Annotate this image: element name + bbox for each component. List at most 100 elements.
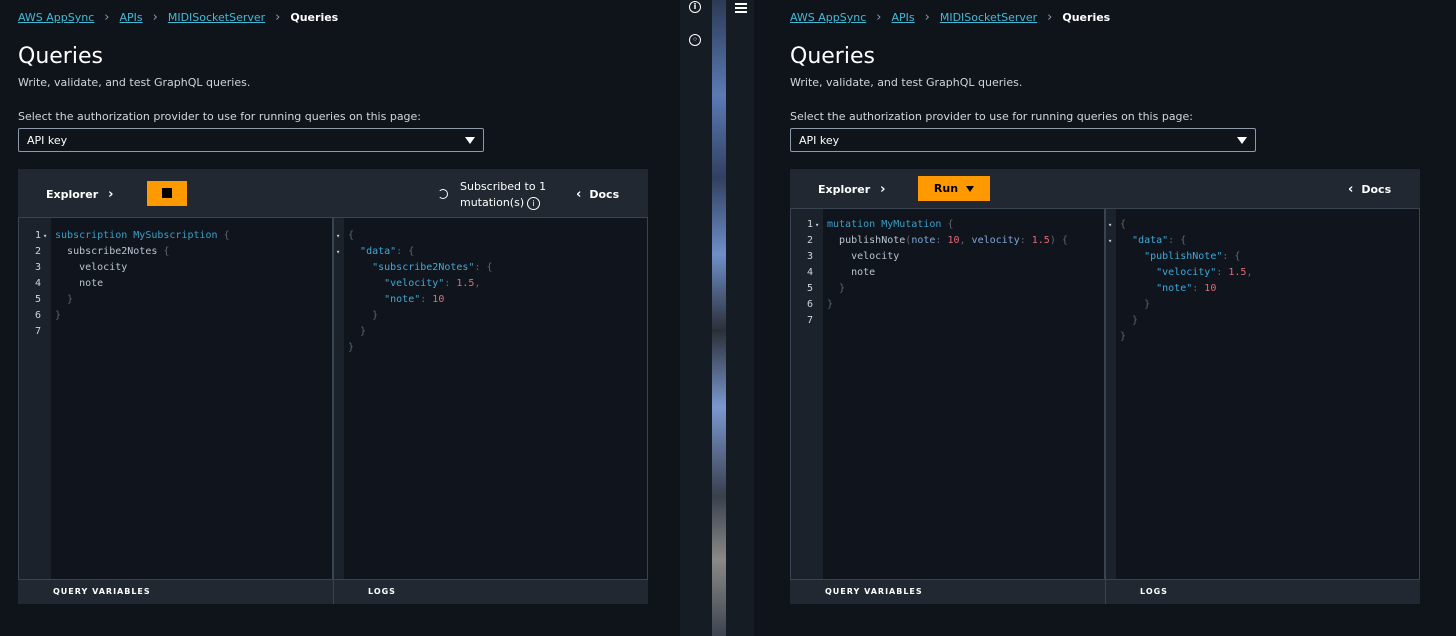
line-number: 6 bbox=[806, 299, 813, 310]
chevron-right-icon: › bbox=[108, 187, 114, 202]
json-key: "subscribe2Notes" bbox=[372, 262, 475, 273]
chevron-right-icon: › bbox=[880, 182, 886, 197]
query-editor[interactable]: 1 ▾ mutation MyMutation { 2 publishNote(no… bbox=[790, 208, 1105, 580]
argument: velocity bbox=[971, 235, 1020, 246]
editor-toolbar: Explorer › Subscribed to 1 mutation(s) i … bbox=[18, 169, 648, 217]
chevron-left-icon: ‹ bbox=[1348, 182, 1354, 197]
query-editor[interactable]: 1 ▾ subscription MySubscription { 2 subscr… bbox=[18, 217, 333, 580]
fold-arrow-icon[interactable]: ▾ bbox=[336, 228, 340, 244]
line-number: 1 bbox=[806, 219, 813, 230]
logs-tab[interactable]: LOGS bbox=[1140, 580, 1168, 604]
line-number: 7 bbox=[806, 315, 813, 326]
line-number: 4 bbox=[806, 267, 813, 278]
fold-arrow-icon[interactable]: ▾ bbox=[1108, 217, 1112, 233]
docs-label: Docs bbox=[1361, 183, 1392, 196]
json-value: 10 bbox=[432, 294, 445, 305]
breadcrumb-appsync-link[interactable]: AWS AppSync bbox=[790, 11, 866, 24]
line-number: 7 bbox=[34, 326, 41, 337]
divider bbox=[333, 580, 334, 604]
breadcrumb-current: Queries bbox=[290, 11, 339, 24]
field: velocity bbox=[851, 251, 900, 262]
result-viewer[interactable]: ▾{ ▾ "data": { "publishNote": { "velocit… bbox=[1105, 208, 1420, 580]
line-number: 3 bbox=[806, 251, 813, 262]
line-number: 5 bbox=[806, 283, 813, 294]
docs-label: Docs bbox=[589, 188, 620, 201]
breadcrumb-separator-icon: › bbox=[876, 10, 882, 25]
hamburger-menu-icon[interactable] bbox=[735, 3, 747, 15]
breadcrumb-separator-icon: › bbox=[1047, 10, 1053, 25]
logs-tab[interactable]: LOGS bbox=[368, 580, 396, 604]
auth-provider-select[interactable]: API key bbox=[790, 128, 1256, 152]
explorer-button[interactable]: Explorer › bbox=[818, 182, 885, 197]
info-icon[interactable]: i bbox=[689, 1, 701, 13]
auth-provider-value: API key bbox=[27, 134, 68, 147]
docs-button[interactable]: ‹ Docs bbox=[1348, 182, 1391, 197]
argument-value: 10 bbox=[947, 235, 960, 246]
line-number: 6 bbox=[34, 310, 41, 321]
operation-name: MySubscription bbox=[133, 230, 218, 241]
json-value: 10 bbox=[1204, 283, 1217, 294]
breadcrumb: AWS AppSync › APIs › MIDISocketServer › … bbox=[790, 10, 1110, 25]
breadcrumb-appsync-link[interactable]: AWS AppSync bbox=[18, 11, 94, 24]
fold-arrow-icon[interactable]: ▾ bbox=[43, 228, 47, 244]
subscription-status-line1: Subscribed to 1 bbox=[460, 180, 547, 193]
json-value: 1.5 bbox=[1228, 267, 1247, 278]
query-variables-tab[interactable]: QUERY VARIABLES bbox=[825, 580, 923, 604]
field: publishNote bbox=[839, 235, 906, 246]
breadcrumb-apis-link[interactable]: APIs bbox=[891, 11, 914, 24]
left-query-pane: AWS AppSync › APIs › MIDISocketServer › … bbox=[0, 0, 680, 636]
info-icon[interactable]: i bbox=[527, 196, 541, 210]
breadcrumb-api-link[interactable]: MIDISocketServer bbox=[168, 11, 265, 24]
breadcrumb: AWS AppSync › APIs › MIDISocketServer › … bbox=[18, 10, 338, 25]
docs-button[interactable]: ‹ Docs bbox=[576, 187, 619, 202]
keyword: mutation bbox=[827, 219, 876, 230]
auth-provider-label: Select the authorization provider to use… bbox=[790, 110, 1194, 123]
auth-provider-label: Select the authorization provider to use… bbox=[18, 110, 422, 123]
caret-down-icon bbox=[1237, 137, 1247, 144]
line-number: 4 bbox=[34, 278, 41, 289]
subscription-status-line2: mutation(s) bbox=[460, 196, 525, 209]
field: note bbox=[851, 267, 876, 278]
hexagon-settings-icon[interactable]: ◦ bbox=[689, 34, 701, 46]
editor-bottom-bar: QUERY VARIABLES LOGS bbox=[18, 580, 648, 604]
line-number: 5 bbox=[34, 294, 41, 305]
line-number: 3 bbox=[34, 262, 41, 273]
breadcrumb-current: Queries bbox=[1062, 11, 1111, 24]
json-value: 1.5 bbox=[456, 278, 475, 289]
caret-down-icon bbox=[966, 185, 975, 192]
line-number: 2 bbox=[806, 235, 813, 246]
json-key: "note" bbox=[1156, 283, 1193, 294]
breadcrumb-apis-link[interactable]: APIs bbox=[119, 11, 142, 24]
explorer-label: Explorer bbox=[818, 183, 871, 196]
page-title: Queries bbox=[18, 44, 103, 69]
field: note bbox=[79, 278, 104, 289]
editor-toolbar: Explorer › Run ‹ Docs bbox=[790, 169, 1420, 208]
field: velocity bbox=[79, 262, 128, 273]
line-number: 1 bbox=[34, 230, 41, 241]
divider bbox=[1105, 580, 1106, 604]
stop-icon bbox=[162, 188, 172, 198]
result-gutter bbox=[334, 218, 344, 579]
breadcrumb-separator-icon: › bbox=[924, 10, 930, 25]
fold-arrow-icon[interactable]: ▾ bbox=[1108, 233, 1112, 249]
menu-strip bbox=[726, 0, 754, 636]
query-variables-tab[interactable]: QUERY VARIABLES bbox=[53, 580, 151, 604]
fold-arrow-icon[interactable]: ▾ bbox=[336, 244, 340, 260]
graphql-editor: Explorer › Run ‹ Docs 1 ▾ mutation MyMutat… bbox=[790, 169, 1420, 604]
breadcrumb-api-link[interactable]: MIDISocketServer bbox=[940, 11, 1037, 24]
fold-arrow-icon[interactable]: ▾ bbox=[815, 217, 819, 233]
auth-provider-value: API key bbox=[799, 134, 840, 147]
page-title: Queries bbox=[790, 44, 875, 69]
breadcrumb-separator-icon: › bbox=[275, 10, 281, 25]
side-tool-strip: i ◦ bbox=[680, 0, 712, 636]
field: subscribe2Notes bbox=[67, 246, 158, 257]
explorer-button[interactable]: Explorer › bbox=[46, 187, 113, 202]
explorer-label: Explorer bbox=[46, 188, 99, 201]
stop-subscription-button[interactable] bbox=[147, 181, 187, 206]
result-gutter bbox=[1106, 209, 1116, 579]
result-viewer[interactable]: ▾{ ▾ "data": { "subscribe2Notes": { "vel… bbox=[333, 217, 648, 580]
run-label: Run bbox=[933, 182, 959, 195]
auth-provider-select[interactable]: API key bbox=[18, 128, 484, 152]
run-button[interactable]: Run bbox=[918, 176, 990, 201]
right-query-pane: AWS AppSync › APIs › MIDISocketServer › … bbox=[772, 0, 1456, 636]
